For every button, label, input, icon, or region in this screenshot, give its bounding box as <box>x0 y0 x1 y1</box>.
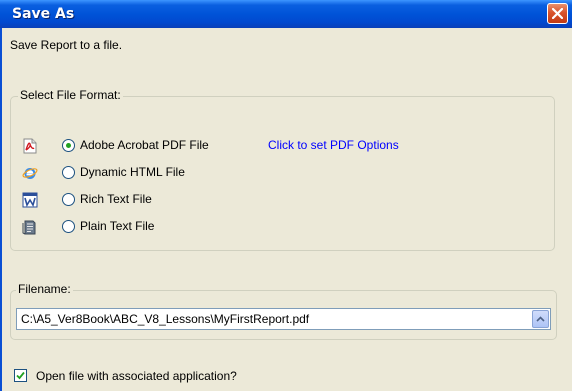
html-radio[interactable] <box>62 166 75 179</box>
format-option-pdf[interactable]: Adobe Acrobat PDF File <box>22 138 262 156</box>
save-as-dialog: Save As Save Report to a file. Select Fi… <box>0 0 572 391</box>
filename-value: C:\A5_Ver8Book\ABC_V8_Lessons\MyFirstRep… <box>21 312 310 326</box>
checkmark-icon <box>16 371 25 380</box>
txt-option-label: Plain Text File <box>80 219 155 233</box>
txt-radio[interactable] <box>62 220 75 233</box>
close-button[interactable] <box>547 3 568 24</box>
open-with-app-label: Open file with associated application? <box>36 369 237 383</box>
rtf-radio[interactable] <box>62 193 75 206</box>
html-option-label: Dynamic HTML File <box>80 165 185 179</box>
text-file-icon <box>22 220 36 235</box>
title-bar[interactable]: Save As <box>0 0 572 28</box>
word-document-icon <box>22 192 38 208</box>
dialog-subtitle: Save Report to a file. <box>10 38 123 52</box>
open-with-app-checkbox[interactable] <box>14 369 27 382</box>
chevron-up-icon <box>536 316 545 322</box>
rtf-option-label: Rich Text File <box>80 192 152 206</box>
file-format-legend: Select File Format: <box>18 88 123 102</box>
pdf-option-label: Adobe Acrobat PDF File <box>80 138 209 152</box>
filename-legend: Filename: <box>16 282 73 296</box>
filename-dropdown-button[interactable] <box>532 310 549 328</box>
filename-input[interactable]: C:\A5_Ver8Book\ABC_V8_Lessons\MyFirstRep… <box>16 308 551 330</box>
close-icon <box>552 8 563 19</box>
format-option-html[interactable]: Dynamic HTML File <box>22 165 262 183</box>
internet-explorer-icon <box>22 168 38 179</box>
pdf-radio[interactable] <box>62 139 75 152</box>
dialog-title: Save As <box>12 6 75 22</box>
format-option-txt[interactable]: Plain Text File <box>22 219 262 237</box>
format-option-rtf[interactable]: Rich Text File <box>22 192 262 210</box>
pdf-icon <box>23 138 37 154</box>
pdf-options-link[interactable]: Click to set PDF Options <box>268 138 399 152</box>
window-left-border <box>0 28 2 391</box>
